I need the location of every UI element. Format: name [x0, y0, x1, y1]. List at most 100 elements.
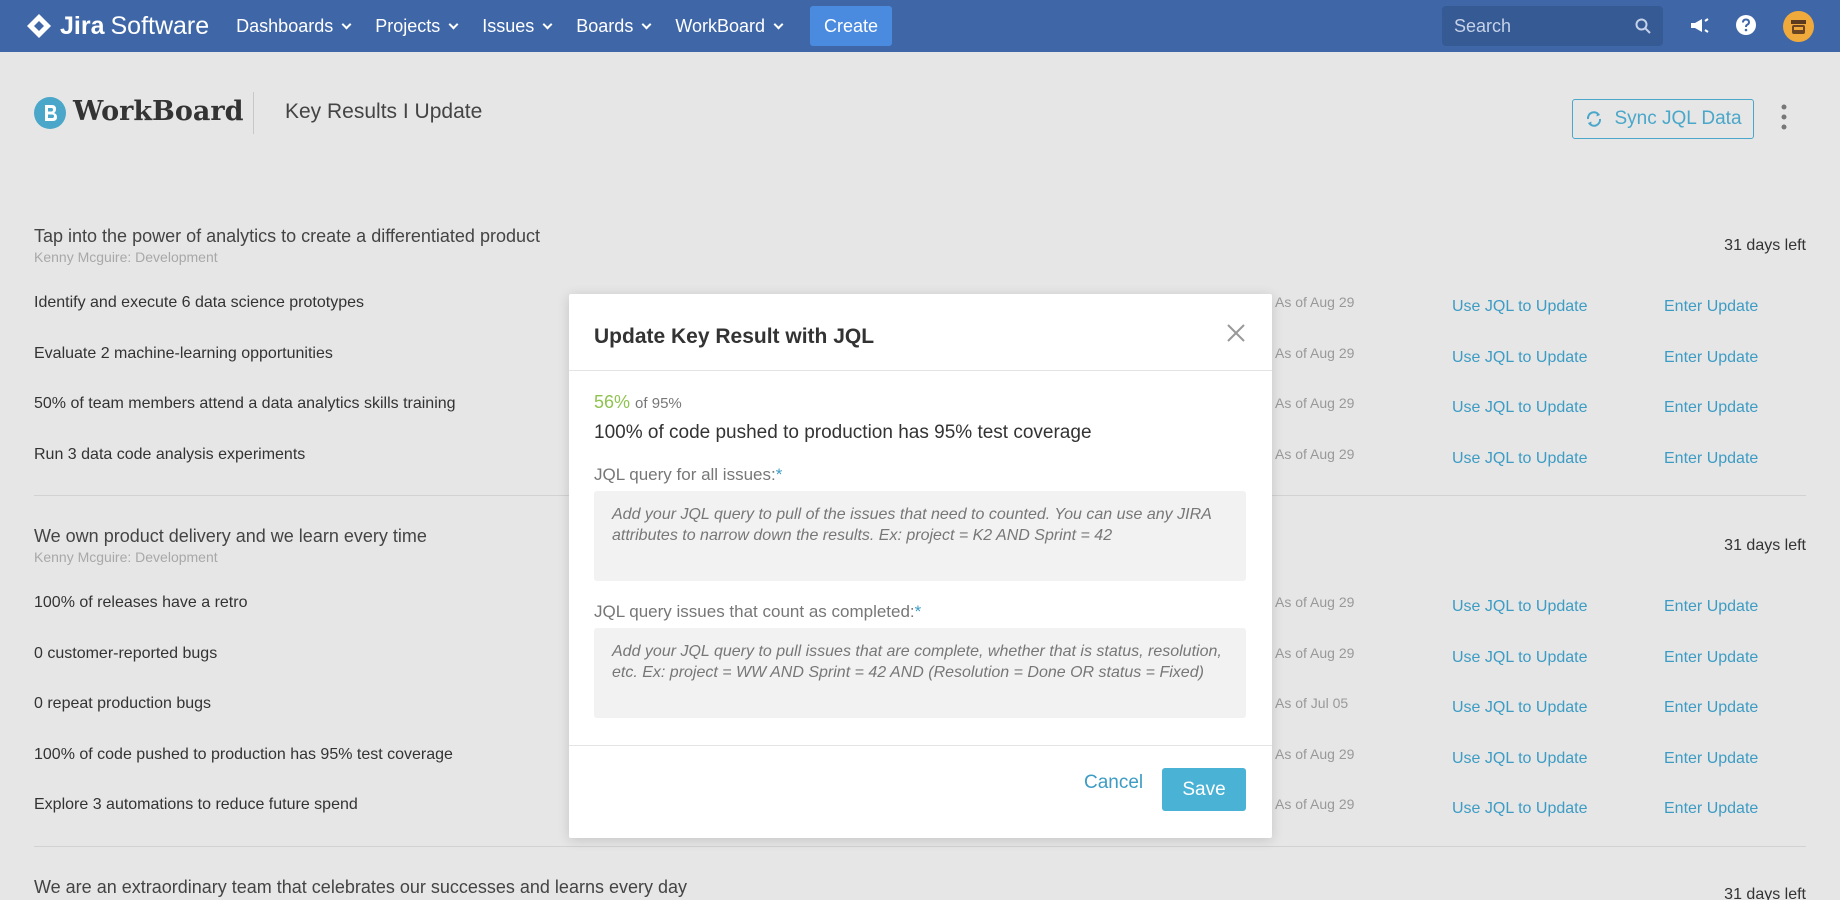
progress-value: 56% of 95% [594, 392, 682, 413]
objective-heading: We are an extraordinary team that celebr… [34, 877, 1806, 898]
section-divider [34, 846, 1806, 847]
key-result-text: Explore 3 automations to reduce future s… [34, 796, 358, 813]
as-of-date: As of Aug 29 [1275, 645, 1355, 661]
use-jql-link[interactable]: Use JQL to Update [1452, 649, 1587, 667]
cancel-button[interactable]: Cancel [1084, 772, 1143, 794]
megaphone-icon[interactable] [1688, 14, 1710, 36]
header-divider [253, 92, 254, 134]
avatar-face-icon [1791, 20, 1806, 34]
sync-jql-button[interactable]: Sync JQL Data [1572, 99, 1754, 139]
key-result-text: 0 customer-reported bugs [34, 645, 218, 662]
chevron-down-icon [542, 19, 553, 29]
days-left-badge: 31 days left [1724, 537, 1806, 554]
use-jql-link[interactable]: Use JQL to Update [1452, 450, 1587, 468]
use-jql-link[interactable]: Use JQL to Update [1452, 699, 1587, 717]
key-result-text: Evaluate 2 machine-learning opportunitie… [34, 345, 333, 362]
nav-dashboards-label: Dashboards [236, 15, 334, 36]
nav-workboard-label: WorkBoard [675, 15, 766, 36]
as-of-date: As of Aug 29 [1275, 395, 1355, 411]
key-result-text: 100% of releases have a retro [34, 594, 248, 611]
enter-update-link[interactable]: Enter Update [1664, 298, 1758, 316]
search-icon[interactable] [1635, 18, 1651, 34]
as-of-date: As of Jul 05 [1275, 695, 1349, 711]
objective-owner: Kenny Mcguire: Development [34, 249, 218, 265]
nav-projects-label: Projects [375, 15, 441, 36]
help-icon[interactable] [1735, 14, 1757, 36]
enter-update-link[interactable]: Enter Update [1664, 598, 1758, 616]
progress-percent: 56% [594, 392, 631, 412]
chevron-down-icon [773, 19, 784, 29]
nav-issues-label: Issues [482, 15, 535, 36]
use-jql-link[interactable]: Use JQL to Update [1452, 298, 1587, 316]
as-of-date: As of Aug 29 [1275, 746, 1355, 762]
search-input[interactable] [1454, 15, 1624, 37]
days-left-badge: 31 days left [1724, 886, 1806, 900]
nav-issues[interactable]: Issues [482, 15, 553, 37]
jira-logo-icon [27, 14, 51, 38]
nav-projects[interactable]: Projects [375, 15, 459, 37]
chevron-down-icon [641, 19, 652, 29]
top-nav: Jira Software Dashboards Projects Issues… [0, 0, 1840, 52]
avatar[interactable] [1783, 11, 1814, 42]
modal-divider [569, 370, 1272, 371]
sync-icon [1587, 111, 1602, 127]
nav-boards[interactable]: Boards [576, 15, 652, 37]
search-box [1442, 6, 1663, 46]
days-left-badge: 31 days left [1724, 237, 1806, 254]
as-of-date: As of Aug 29 [1275, 594, 1355, 610]
as-of-date: As of Aug 29 [1275, 796, 1355, 812]
jql-completed-input[interactable] [594, 628, 1246, 718]
jql-all-issues-label: JQL query for all issues:* [594, 465, 782, 485]
jql-completed-label-text: JQL query issues that count as completed… [594, 602, 915, 621]
nav-menu: Dashboards Projects Issues Boards WorkBo… [236, 16, 807, 37]
objective-title[interactable]: Tap into the power of analytics to creat… [34, 226, 1806, 247]
nav-boards-label: Boards [576, 15, 634, 36]
enter-update-link[interactable]: Enter Update [1664, 750, 1758, 768]
use-jql-link[interactable]: Use JQL to Update [1452, 598, 1587, 616]
page-title: Key Results I Update [285, 100, 483, 123]
objective-title[interactable]: We are an extraordinary team that celebr… [34, 877, 1806, 898]
workboard-app-name: WorkBoard [73, 96, 244, 127]
save-button[interactable]: Save [1162, 768, 1246, 811]
required-mark: * [914, 602, 922, 621]
jql-completed-label: JQL query issues that count as completed… [594, 602, 921, 622]
use-jql-link[interactable]: Use JQL to Update [1452, 800, 1587, 818]
jql-all-issues-input[interactable] [594, 491, 1246, 581]
use-jql-link[interactable]: Use JQL to Update [1452, 349, 1587, 367]
enter-update-link[interactable]: Enter Update [1664, 450, 1758, 468]
chevron-down-icon [341, 19, 352, 29]
close-icon[interactable] [1224, 321, 1248, 345]
enter-update-link[interactable]: Enter Update [1664, 699, 1758, 717]
progress-target: of 95% [635, 395, 682, 412]
key-result-text: 100% of code pushed to production has 95… [34, 746, 453, 763]
brand-bold: Jira [60, 11, 105, 40]
enter-update-link[interactable]: Enter Update [1664, 349, 1758, 367]
key-result-text: 0 repeat production bugs [34, 695, 212, 712]
use-jql-link[interactable]: Use JQL to Update [1452, 750, 1587, 768]
sync-jql-label: Sync JQL Data [1614, 108, 1742, 129]
key-result-text: Identify and execute 6 data science prot… [34, 294, 364, 311]
key-result-text: Run 3 data code analysis experiments [34, 446, 306, 463]
nav-dashboards[interactable]: Dashboards [236, 15, 352, 37]
modal-title: Update Key Result with JQL [594, 325, 875, 348]
chevron-down-icon [448, 19, 459, 29]
as-of-date: As of Aug 29 [1275, 345, 1355, 361]
modal-key-result: 100% of code pushed to production has 95… [594, 422, 1092, 443]
enter-update-link[interactable]: Enter Update [1664, 800, 1758, 818]
key-result-text: 50% of team members attend a data analyt… [34, 395, 456, 412]
jira-brand[interactable]: Jira Software [26, 12, 209, 41]
create-button[interactable]: Create [810, 6, 893, 46]
update-key-result-modal: Update Key Result with JQL 56% of 95% 10… [569, 294, 1272, 838]
as-of-date: As of Aug 29 [1275, 446, 1355, 462]
as-of-date: As of Aug 29 [1275, 294, 1355, 310]
enter-update-link[interactable]: Enter Update [1664, 649, 1758, 667]
nav-workboard[interactable]: WorkBoard [675, 15, 784, 37]
more-options-icon[interactable] [1780, 104, 1788, 130]
modal-footer-divider [569, 745, 1272, 746]
brand-rest: Software [110, 11, 210, 40]
jql-all-issues-label-text: JQL query for all issues: [594, 465, 776, 484]
required-mark: * [775, 465, 783, 484]
enter-update-link[interactable]: Enter Update [1664, 399, 1758, 417]
workboard-logo-icon [34, 97, 66, 129]
use-jql-link[interactable]: Use JQL to Update [1452, 399, 1587, 417]
